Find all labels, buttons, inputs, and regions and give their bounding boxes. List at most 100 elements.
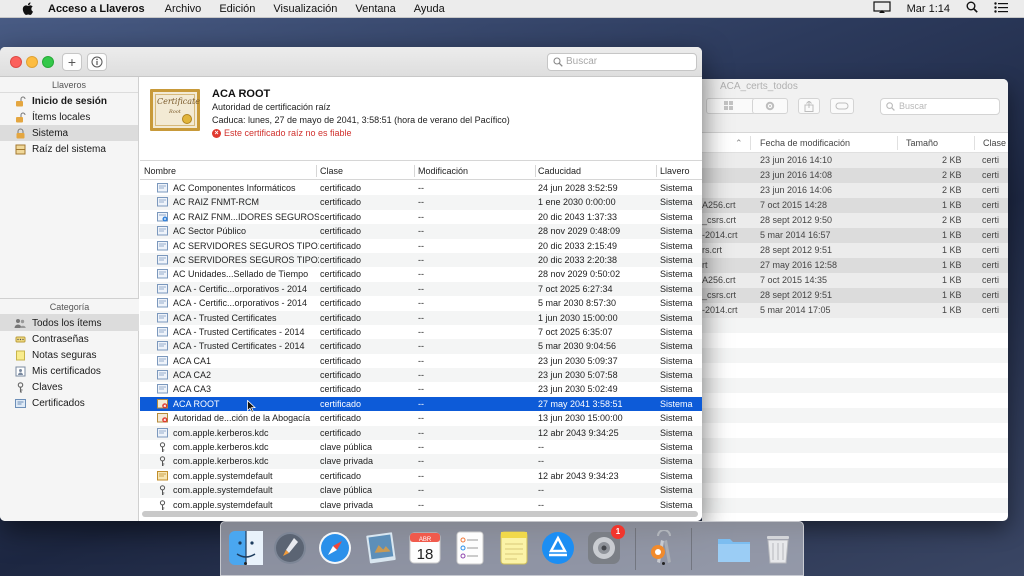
dock-keychain-access[interactable] — [645, 529, 683, 567]
dock-trash[interactable] — [759, 529, 797, 567]
finder-file-kind: certi — [982, 290, 1000, 300]
dock-notes[interactable] — [495, 529, 533, 567]
finder-file-row[interactable]: 23 jun 2016 14:06 2 KB certi — [702, 183, 1008, 198]
finder-share-icon[interactable] — [798, 98, 820, 114]
sidebar-category-4[interactable]: Claves — [0, 379, 139, 395]
add-item-button[interactable]: + — [62, 53, 82, 71]
table-row[interactable]: AC Unidades...Sellado de Tiempo certifica… — [140, 267, 702, 281]
view-options-button[interactable] — [706, 98, 756, 114]
menu-ayuda[interactable]: Ayuda — [414, 3, 445, 15]
dock-safari[interactable] — [316, 529, 354, 567]
finder-tag-icon[interactable] — [830, 98, 854, 114]
dock-app-store[interactable] — [539, 529, 577, 567]
table-row[interactable]: com.apple.systemdefault clave pública -- --… — [140, 483, 702, 498]
sidebar-category-0[interactable]: Todos los ítems — [0, 315, 139, 331]
dock-downloads-folder[interactable] — [715, 529, 753, 567]
table-row[interactable]: ACA ROOT certificado -- 27 may 2041 3:58:51… — [140, 396, 702, 412]
finder-file-row[interactable]: rs.crt 28 sept 2012 9:51 1 KB certi — [702, 243, 1008, 258]
menu-visualizacion[interactable]: Visualización — [273, 3, 337, 15]
finder-window[interactable]: ACA_certs_todos Buscar ⌃ Fecha de modifi… — [702, 79, 1008, 521]
table-row[interactable]: Autoridad de...ción de la Abogacía certif… — [140, 411, 702, 425]
airplay-display-icon[interactable] — [872, 1, 891, 16]
finder-col-size[interactable]: Tamaño — [906, 138, 938, 148]
col-header-keychain[interactable]: Llavero — [660, 166, 690, 176]
items-table[interactable]: Nombre Clase Modificación Caducidad Llav… — [140, 162, 702, 521]
table-row[interactable]: AC Sector Público certificado -- 28 nov 202… — [140, 224, 702, 239]
row-certificate-icon — [157, 183, 168, 193]
sidebar-category-1[interactable]: Contraseñas — [0, 331, 139, 347]
table-row[interactable]: com.apple.kerberos.kdc certificado -- 12 ab… — [140, 425, 702, 441]
table-row[interactable]: ACA - Trusted Certificates - 2014 certifi… — [140, 339, 702, 354]
keychain-access-window[interactable]: + Buscar Llaveros Inicio de sesión Ítems … — [0, 47, 702, 521]
col-header-class[interactable]: Clase — [320, 166, 343, 176]
finder-col-date[interactable]: Fecha de modificación — [760, 138, 850, 148]
table-row[interactable]: AC SERVIDORES SEGUROS TIPO1 certificado --… — [140, 239, 702, 253]
table-row[interactable]: ACA - Certific...orporativos - 2014 certi… — [140, 281, 702, 297]
menu-clock[interactable]: Mar 1:14 — [907, 3, 950, 15]
col-header-name[interactable]: Nombre — [144, 166, 176, 176]
finder-file-row[interactable]: A256.crt 7 oct 2015 14:35 1 KB certi — [702, 273, 1008, 288]
finder-file-row[interactable]: -2014.crt 5 mar 2014 17:05 1 KB certi — [702, 303, 1008, 318]
table-row[interactable]: AC RAIZ FNMT-RCM certificado -- 1 ene 2030 … — [140, 195, 702, 210]
menu-app-name[interactable]: Acceso a Llaveros — [48, 3, 145, 15]
menu-archivo[interactable]: Archivo — [165, 3, 202, 15]
finder-file-row[interactable]: _csrs.crt 28 sept 2012 9:51 1 KB certi — [702, 288, 1008, 303]
col-header-modified[interactable]: Modificación — [418, 166, 468, 176]
table-row[interactable]: ACA CA2 certificado -- 23 jun 2030 5:07:58 S… — [140, 368, 702, 383]
sidebar-keychain-0[interactable]: Inicio de sesión — [0, 93, 138, 109]
finder-file-row[interactable]: _csrs.crt 28 sept 2012 9:50 2 KB certi — [702, 213, 1008, 228]
finder-file-row[interactable]: 23 jun 2016 14:10 2 KB certi — [702, 153, 1008, 168]
row-certificate-icon — [157, 370, 168, 380]
dock-calendar[interactable]: ABR 18 — [406, 529, 444, 567]
sidebar-category-2[interactable]: Notas seguras — [0, 347, 139, 363]
search-input[interactable]: Buscar — [547, 53, 697, 71]
dock-launchpad[interactable] — [271, 529, 309, 567]
finder-empty-row — [702, 423, 1008, 438]
sidebar-keychain-2[interactable]: Sistema — [0, 125, 138, 141]
table-row[interactable]: ACA CA3 certificado -- 23 jun 2030 5:02:49 S… — [140, 382, 702, 396]
dock-preview[interactable] — [361, 529, 399, 567]
cell-keychain: Sistema — [660, 470, 693, 481]
table-row[interactable]: ACA - Certific...orporativos - 2014 certi… — [140, 296, 702, 310]
finder-file-row[interactable]: rt 27 may 2016 12:58 1 KB certi — [702, 258, 1008, 273]
sidebar-category-5[interactable]: Certificados — [0, 395, 139, 411]
menu-ventana[interactable]: Ventana — [355, 3, 395, 15]
col-header-expires[interactable]: Caducidad — [538, 166, 581, 176]
table-row[interactable]: ACA - Trusted Certificates certificado -- 1… — [140, 310, 702, 325]
table-row[interactable]: AC SERVIDORES SEGUROS TIPO2 certificado --… — [140, 252, 702, 268]
finder-action-gear-icon[interactable] — [752, 98, 788, 114]
minimize-window-button[interactable] — [26, 56, 38, 68]
notification-center-icon[interactable] — [994, 1, 1008, 16]
zoom-window-button[interactable] — [42, 56, 54, 68]
cell-modified: -- — [418, 427, 424, 438]
finder-file-row[interactable]: A256.crt 7 oct 2015 14:28 1 KB certi — [702, 198, 1008, 213]
dock-finder[interactable] — [227, 529, 265, 567]
cell-keychain: Sistema — [660, 341, 693, 352]
table-row[interactable]: com.apple.systemdefault certificado -- 12 a… — [140, 469, 702, 483]
cell-modified: -- — [418, 413, 424, 424]
table-row[interactable]: AC RAIZ FNM...IDORES SEGUROS certificado -… — [140, 210, 702, 224]
table-row[interactable]: AC Componentes Informáticos certificado --… — [140, 181, 702, 195]
dock-system-preferences[interactable]: 1 — [585, 525, 625, 567]
finder-file-row[interactable]: 23 jun 2016 14:08 2 KB certi — [702, 168, 1008, 183]
info-button[interactable] — [87, 53, 107, 71]
finder-col-kind[interactable]: Clase — [983, 138, 1006, 148]
finder-search-input[interactable]: Buscar — [880, 98, 1000, 115]
apple-menu-icon[interactable] — [22, 2, 36, 15]
table-row[interactable]: com.apple.kerberos.kdc clave pública -- -- S… — [140, 440, 702, 454]
table-row[interactable]: com.apple.systemdefault clave privada -- --… — [140, 498, 702, 511]
finder-file-row[interactable]: -2014.crt 5 mar 2014 16:57 1 KB certi — [702, 228, 1008, 243]
dock-reminders[interactable] — [451, 529, 489, 567]
spotlight-search-icon[interactable] — [966, 1, 978, 16]
safari-icon — [319, 532, 351, 564]
table-row[interactable]: com.apple.kerberos.kdc clave privada -- -- S… — [140, 454, 702, 469]
sidebar-category-3[interactable]: Mis certificados — [0, 363, 139, 379]
table-row[interactable]: ACA CA1 certificado -- 23 jun 2030 5:09:37 S… — [140, 354, 702, 368]
menu-edicion[interactable]: Edición — [219, 3, 255, 15]
finder-file-date: 23 jun 2016 14:10 — [760, 155, 833, 165]
close-window-button[interactable] — [10, 56, 22, 68]
sidebar-keychain-1[interactable]: Ítems locales — [0, 109, 138, 125]
horizontal-scrollbar[interactable] — [142, 511, 698, 517]
sidebar-keychain-3[interactable]: Raíz del sistema — [0, 141, 138, 157]
table-row[interactable]: ACA - Trusted Certificates - 2014 certifi… — [140, 325, 702, 339]
